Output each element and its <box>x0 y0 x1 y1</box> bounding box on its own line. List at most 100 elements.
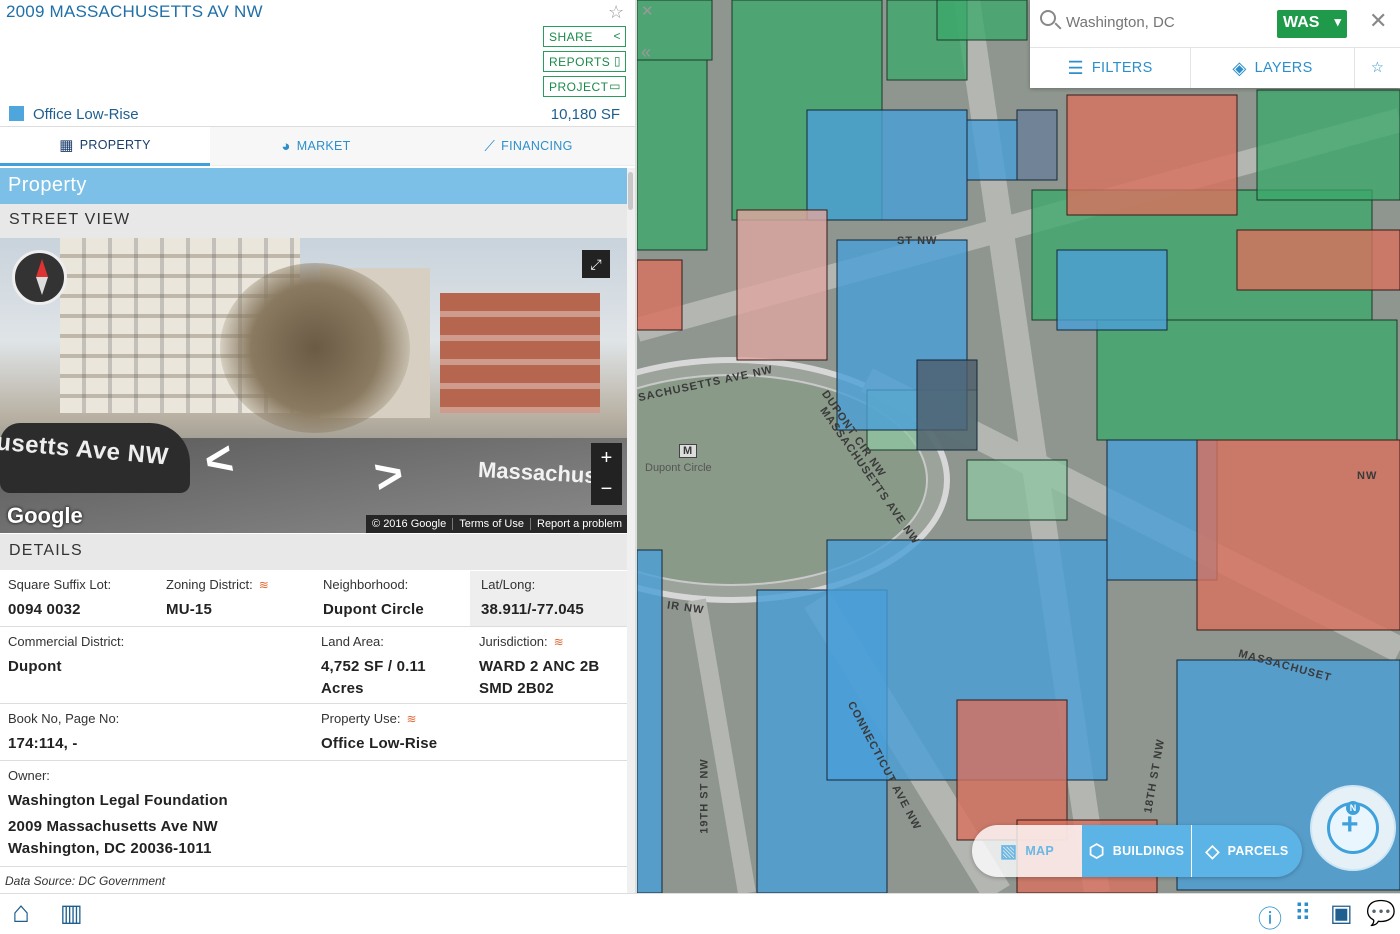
zoom-out-button[interactable]: − <box>591 474 622 505</box>
report-problem-link[interactable]: Report a problem <box>530 518 628 530</box>
share-label: SHARE <box>549 30 593 44</box>
street-label: NW <box>1357 470 1378 482</box>
property-use: Property Use: ≋ Office Low-Rise <box>321 711 437 755</box>
layers-icon[interactable]: ≋ <box>554 635 564 649</box>
jurisdiction: Jurisdiction: ≋ WARD 2 ANC 2B SMD 2B02 <box>479 634 619 700</box>
commercial-district: Commercial District: Dupont <box>8 634 124 678</box>
tab-property[interactable]: ▦ PROPERTY <box>0 127 210 166</box>
field-value: 38.911/-77.045 <box>481 601 584 618</box>
owner: Owner: Washington Legal Foundation 2009 … <box>8 768 228 860</box>
project-button[interactable]: PROJECT ▭ <box>543 76 626 97</box>
layers-button[interactable]: ◈ LAYERS <box>1191 48 1355 88</box>
buildings-mode-label: BUILDINGS <box>1112 844 1185 858</box>
chat-icon[interactable]: 💬 <box>1366 899 1396 928</box>
map-mode-label: MAP <box>1025 844 1054 858</box>
reports-button[interactable]: REPORTS ▯ <box>543 51 626 72</box>
section-title: Property <box>0 168 628 204</box>
layers-icon[interactable]: ≋ <box>406 712 416 726</box>
layers-label: LAYERS <box>1254 60 1313 76</box>
field-label: Commercial District: <box>8 634 125 649</box>
field-value: Office Low-Rise <box>321 735 438 752</box>
street-view-tree <box>220 263 410 433</box>
square-suffix-lot: Square Suffix Lot: 0094 0032 <box>8 577 111 621</box>
zoom-in-button[interactable]: + <box>591 443 622 474</box>
filters-label: FILTERS <box>1091 60 1153 76</box>
search-icon <box>1040 10 1056 26</box>
home-icon[interactable]: ⌂ <box>12 896 30 930</box>
favorite-star-icon[interactable]: ☆ <box>608 2 624 23</box>
street-view-heading: STREET VIEW <box>0 204 628 238</box>
presentation-icon: ▭ <box>609 79 621 93</box>
street-view-footer: © 2016 Google Terms of Use Report a prob… <box>366 515 628 533</box>
layers-icon: ◈ <box>1232 57 1247 78</box>
tab-market[interactable]: ◕ MARKET <box>210 127 422 166</box>
field-label: Book No, Page No: <box>8 711 120 726</box>
street-view-zoom: + − <box>591 443 622 505</box>
user-profile-icon[interactable]: ▣ <box>1330 899 1353 928</box>
map-3d-view[interactable]: ST NW SACHUSETTS AVE NW DUPONT CIR NW MA… <box>637 0 1400 893</box>
map-canvas <box>637 0 1400 893</box>
help-icon[interactable]: ⓘ <box>1258 899 1282 934</box>
book-page: Book No, Page No: 174:114, - <box>8 711 119 755</box>
scrollbar-thumb[interactable] <box>628 172 633 210</box>
property-panel: 2009 MASSACHUSETTS AV NW ☆ SHARE < REPOR… <box>0 0 635 893</box>
close-panel-icon[interactable]: ✕ <box>641 2 654 20</box>
market-selector[interactable]: WAS ▾ <box>1277 10 1347 38</box>
street-label: ST NW <box>897 235 938 247</box>
north-indicator: N <box>1346 801 1360 815</box>
favorites-star-icon[interactable]: ☆ <box>1355 48 1400 88</box>
field-label: Land Area: <box>321 634 384 649</box>
tab-market-label: MARKET <box>296 139 351 153</box>
apps-grid-icon[interactable]: ⠿ <box>1294 899 1312 928</box>
details-heading: DETAILS <box>0 534 628 570</box>
layers-icon[interactable]: ≋ <box>259 578 269 592</box>
field-value: 174:114, - <box>8 735 78 752</box>
terms-link[interactable]: Terms of Use <box>452 518 530 530</box>
metro-icon: M <box>679 444 698 458</box>
field-label: Lat/Long: <box>481 577 536 592</box>
map-mode-switcher: ▧ MAP ⬡ BUILDINGS ◇ PARCELS <box>972 825 1302 877</box>
divider <box>0 760 628 761</box>
field-value: MU-15 <box>166 601 213 618</box>
filters-button[interactable]: ☰ FILTERS <box>1030 48 1191 88</box>
divider <box>0 703 628 704</box>
data-source: Data Source: DC Government <box>5 874 166 888</box>
land-area: Land Area: 4,752 SF / 0.11 Acres <box>321 634 461 700</box>
buildings-mode-button[interactable]: ⬡ BUILDINGS <box>1082 825 1192 877</box>
street-view[interactable]: usetts Ave NW Massachus < > ⤢ + − Google… <box>0 238 628 533</box>
tab-property-label: PROPERTY <box>79 138 151 152</box>
map-mode-button[interactable]: ▧ MAP <box>972 825 1082 877</box>
field-label: Zoning District: <box>166 577 253 592</box>
field-value: Dupont <box>8 658 62 675</box>
scrollbar-track[interactable] <box>627 168 635 893</box>
map-icon: ▧ <box>1000 840 1018 861</box>
map-book-icon[interactable]: ▥ <box>60 899 83 928</box>
close-icon[interactable]: ✕ <box>1369 8 1387 34</box>
field-value: 0094 0032 <box>8 601 81 618</box>
cube-icon: ⬡ <box>1088 840 1105 861</box>
share-button[interactable]: SHARE < <box>543 26 626 47</box>
use-color-swatch <box>9 106 24 121</box>
collapse-panel-icon[interactable]: « <box>641 42 651 63</box>
bottom-toolbar: ⌂ ▥ ⓘ ⠿ ▣ 💬 <box>0 893 1400 934</box>
owner-street: 2009 Massachusetts Ave NW <box>8 818 218 835</box>
parcels-mode-button[interactable]: ◇ PARCELS <box>1192 825 1302 877</box>
share-icon: < <box>613 29 621 43</box>
compass-icon[interactable] <box>12 250 67 305</box>
chevron-down-icon: ▾ <box>1334 14 1341 29</box>
sliders-icon: ☰ <box>1067 57 1084 78</box>
building-icon: ▦ <box>59 137 74 154</box>
fullscreen-icon[interactable]: ⤢ <box>582 250 610 278</box>
tab-financing[interactable]: ⟋ FINANCING <box>422 127 635 166</box>
search-input[interactable] <box>1066 10 1266 34</box>
lat-long: Lat/Long: 38.911/-77.045 <box>481 577 584 621</box>
street-label: 19TH ST NW <box>698 758 711 834</box>
owner-name: Washington Legal Foundation <box>8 792 228 809</box>
parcels-mode-label: PARCELS <box>1227 844 1289 858</box>
reports-label: REPORTS <box>549 55 611 69</box>
field-label: Neighborhood: <box>323 577 409 592</box>
field-label: Square Suffix Lot: <box>8 577 112 592</box>
owner-city: Washington, DC 20036-1011 <box>8 840 212 857</box>
street-view-building <box>440 293 600 413</box>
property-area: 10,180 SF <box>550 106 620 123</box>
